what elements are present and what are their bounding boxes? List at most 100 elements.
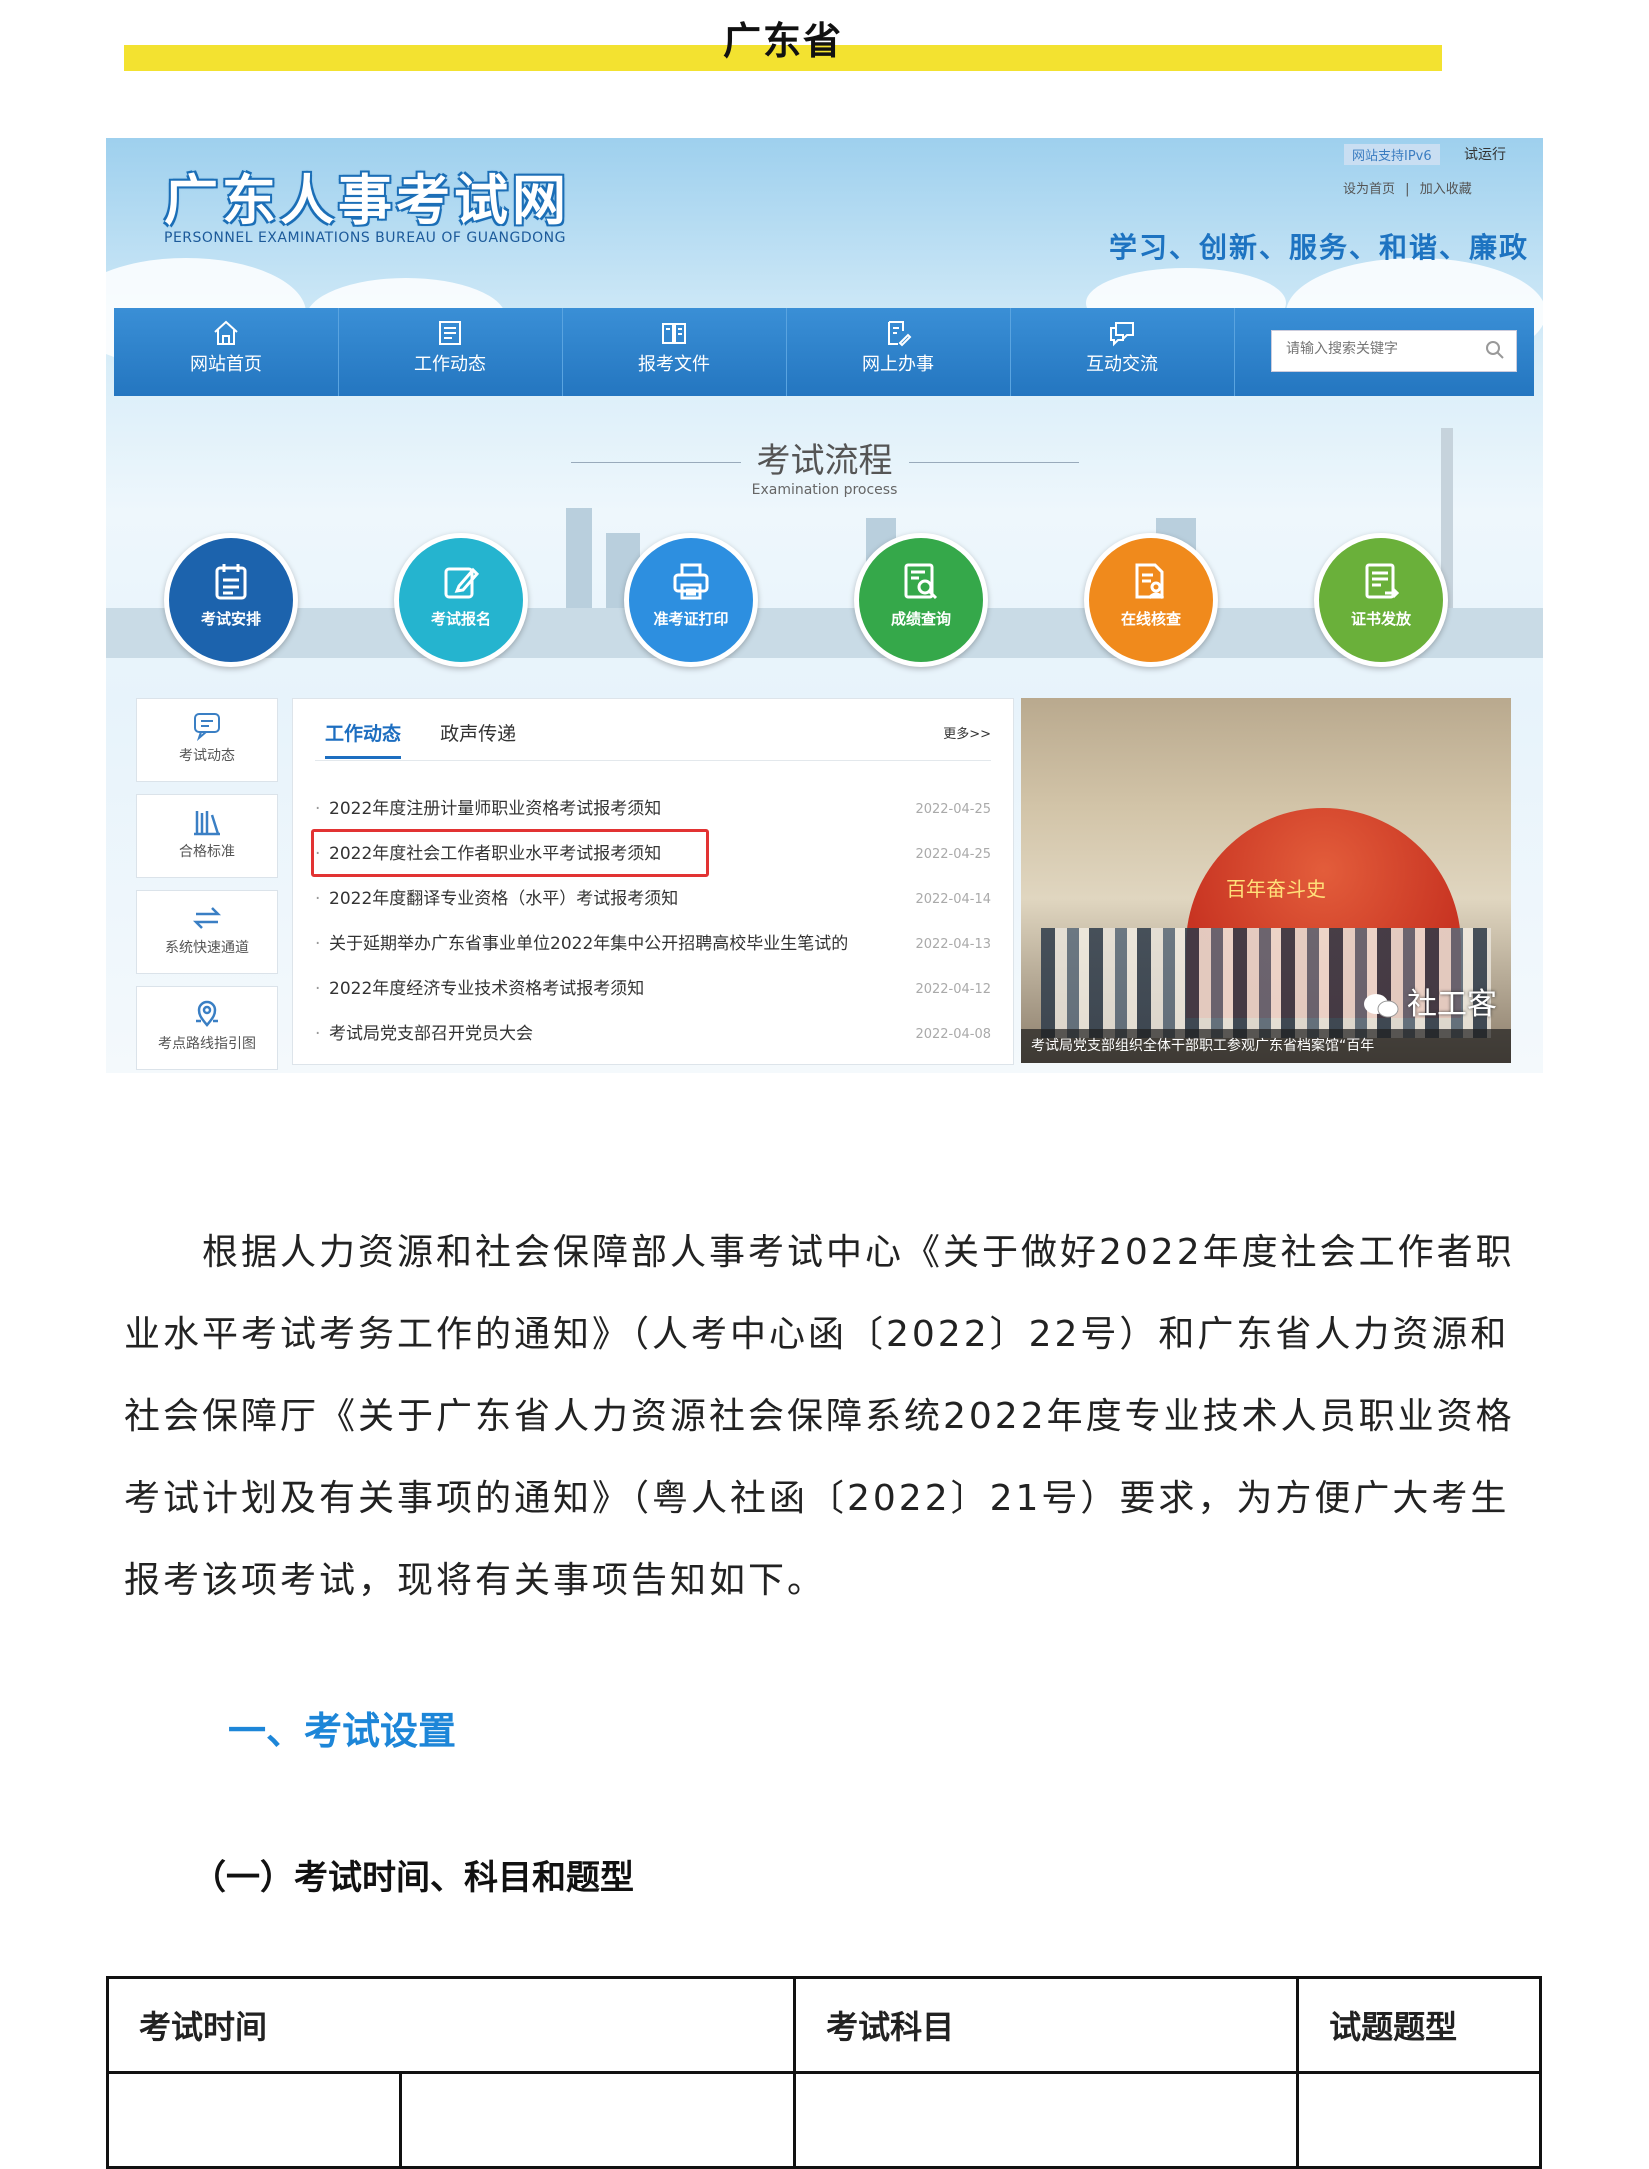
step-label: 成绩查询 <box>890 610 951 628</box>
table-header-cell: 试题题型 <box>1296 1976 1542 2074</box>
process-subtitle: Examination process <box>751 482 898 498</box>
search-icon[interactable] <box>1484 339 1506 361</box>
nav-item-label: 网站首页 <box>190 354 262 375</box>
arch-text: 百年奋斗史 <box>1226 877 1326 901</box>
news-title: 2022年度经济专业技术资格考试报考须知 <box>329 979 645 999</box>
edit-icon <box>444 567 480 599</box>
step-registration[interactable]: 考试报名 <box>394 533 528 667</box>
side-item-label: 系统快速通道 <box>165 940 249 956</box>
calendar-list-icon <box>215 564 247 600</box>
side-item-exam-news[interactable]: 考试动态 <box>136 698 278 782</box>
nav-item-work-news[interactable]: 工作动态 <box>338 308 563 396</box>
news-item[interactable]: 2022年度经济专业技术资格考试报考须知 2022-04-12 <box>315 967 991 1012</box>
nav-item-interaction[interactable]: 互动交流 <box>1010 308 1235 396</box>
edit-doc-icon <box>888 321 912 347</box>
top-links: 设为首页 | 加入收藏 <box>1340 178 1475 197</box>
side-item-label: 合格标准 <box>179 844 235 860</box>
home-icon <box>214 320 238 345</box>
divider <box>315 760 991 761</box>
location-icon <box>196 1000 218 1027</box>
step-admission-print[interactable]: 准考证打印 <box>624 533 758 667</box>
nav-item-label: 报考文件 <box>638 354 710 375</box>
news-item[interactable]: 关于延期举办广东省事业单位2022年集中公开招聘高校毕业生笔试的 2022-04-… <box>315 922 991 967</box>
table-cell <box>1296 2071 1542 2169</box>
table-header-cell: 考试科目 <box>793 1976 1300 2074</box>
step-score-query[interactable]: 成绩查询 <box>854 533 988 667</box>
watermark: 社工客 <box>1361 979 1497 1023</box>
search-doc-icon <box>904 563 938 600</box>
site-slogan: 学习、创新、服务、和谐、廉政 <box>1108 231 1529 264</box>
table-cell <box>106 2071 402 2169</box>
trial-badge: 试运行 <box>1464 147 1506 163</box>
step-label: 证书发放 <box>1350 610 1411 628</box>
site-search <box>1271 330 1517 372</box>
news-title: 2022年度注册计量师职业资格考试报考须知 <box>329 799 662 819</box>
site-logo[interactable]: 广东人事考试网 <box>164 156 570 235</box>
news-date: 2022-04-13 <box>915 937 991 952</box>
process-title: 考试流程 <box>106 433 1543 482</box>
list-doc-icon <box>439 321 461 345</box>
news-panel: 工作动态 政声传递 更多>> 2022年度注册计量师职业资格考试报考须知2022… <box>292 698 1014 1065</box>
ipv6-badge: 网站支持IPv6 <box>1344 144 1440 165</box>
step-online-check[interactable]: 在线核查 <box>1084 533 1218 667</box>
news-date: 2022-04-25 <box>915 847 991 862</box>
side-item-label: 考点路线指引图 <box>158 1036 256 1052</box>
exam-table: 考试时间 考试科目 试题题型 <box>105 1976 1542 2169</box>
certificate-icon <box>1365 563 1400 599</box>
table-header-row: 考试时间 考试科目 试题题型 <box>105 1976 1542 2074</box>
news-item[interactable]: 考试局党支部召开党员大会 2022-04-08 <box>315 1012 991 1057</box>
news-item[interactable]: 2022年度翻译专业资格（水平）考试报考须知 2022-04-14 <box>315 877 991 922</box>
highlight-box <box>311 829 709 877</box>
section-heading: 一、考试设置 <box>228 1709 457 1753</box>
wechat-icon <box>1364 993 1399 1017</box>
side-menu: 考试动态 合格标准 系统快速通道 考点路线指引图 <box>136 698 278 1073</box>
news-date: 2022-04-25 <box>915 802 991 817</box>
nav-item-label: 工作动态 <box>414 354 486 375</box>
more-link[interactable]: 更多>> <box>943 723 991 742</box>
table-row <box>106 2071 1542 2169</box>
region-title: 广东省 <box>722 19 843 63</box>
nav-item-online-service[interactable]: 网上办事 <box>786 308 1011 396</box>
side-item-route-map[interactable]: 考点路线指引图 <box>136 986 278 1070</box>
step-label: 准考证打印 <box>653 610 729 628</box>
main-nav: 网站首页 工作动态 报考文件 网上办事 互动交流 <box>114 308 1534 396</box>
search-input[interactable] <box>1272 331 1466 367</box>
tab-work-news[interactable]: 工作动态 <box>325 719 402 759</box>
news-photo[interactable]: 百年奋斗史 社工客 考试局党支部组织全体干部职工参观广东省档案馆“百年 <box>1021 698 1511 1063</box>
table-cell <box>793 2071 1300 2169</box>
side-item-fast-channel[interactable]: 系统快速通道 <box>136 890 278 974</box>
news-title: 2022年度翻译专业资格（水平）考试报考须知 <box>329 889 679 909</box>
news-date: 2022-04-14 <box>915 892 991 907</box>
nav-item-label: 互动交流 <box>1086 354 1158 375</box>
book-icon <box>662 323 686 344</box>
website-screenshot: 广东人事考试网 PERSONNEL EXAMINATIONS BUREAU OF… <box>106 138 1543 1073</box>
table-header-cell: 考试时间 <box>105 1976 797 2074</box>
news-title: 关于延期举办广东省事业单位2022年集中公开招聘高校毕业生笔试的 <box>329 934 849 954</box>
news-tabs: 工作动态 政声传递 <box>325 719 550 759</box>
news-title: 考试局党支部召开党员大会 <box>329 1024 533 1044</box>
subsection-heading: （一）考试时间、科目和题型 <box>192 1858 634 1898</box>
news-date: 2022-04-12 <box>915 982 991 997</box>
set-homepage-link[interactable]: 设为首页 <box>1343 182 1395 197</box>
message-icon <box>194 713 220 741</box>
nav-item-label: 网上办事 <box>862 354 934 375</box>
nav-item-home[interactable]: 网站首页 <box>114 308 339 396</box>
site-logo-english: PERSONNEL EXAMINATIONS BUREAU OF GUANGDO… <box>164 230 566 246</box>
tab-policy-news[interactable]: 政声传递 <box>440 719 516 756</box>
step-label: 考试安排 <box>200 610 261 628</box>
region-title-banner: 广东省 <box>124 0 1442 80</box>
step-certificate[interactable]: 证书发放 <box>1314 533 1448 667</box>
side-item-pass-standard[interactable]: 合格标准 <box>136 794 278 878</box>
user-doc-icon <box>1135 563 1165 600</box>
printer-icon <box>673 563 709 600</box>
news-item[interactable]: 2022年度注册计量师职业资格考试报考须知 2022-04-25 <box>315 787 991 832</box>
swap-arrows-icon <box>192 907 222 929</box>
chat-icon <box>1110 322 1134 347</box>
nav-item-exam-docs[interactable]: 报考文件 <box>562 308 787 396</box>
link-separator: | <box>1405 182 1410 197</box>
news-list: 2022年度注册计量师职业资格考试报考须知2022-04-25 2022年度社会… <box>315 787 991 1057</box>
add-favorite-link[interactable]: 加入收藏 <box>1420 182 1472 197</box>
step-label: 考试报名 <box>430 610 491 628</box>
photo-caption: 考试局党支部组织全体干部职工参观广东省档案馆“百年 <box>1021 1029 1511 1063</box>
step-exam-schedule[interactable]: 考试安排 <box>164 533 298 667</box>
